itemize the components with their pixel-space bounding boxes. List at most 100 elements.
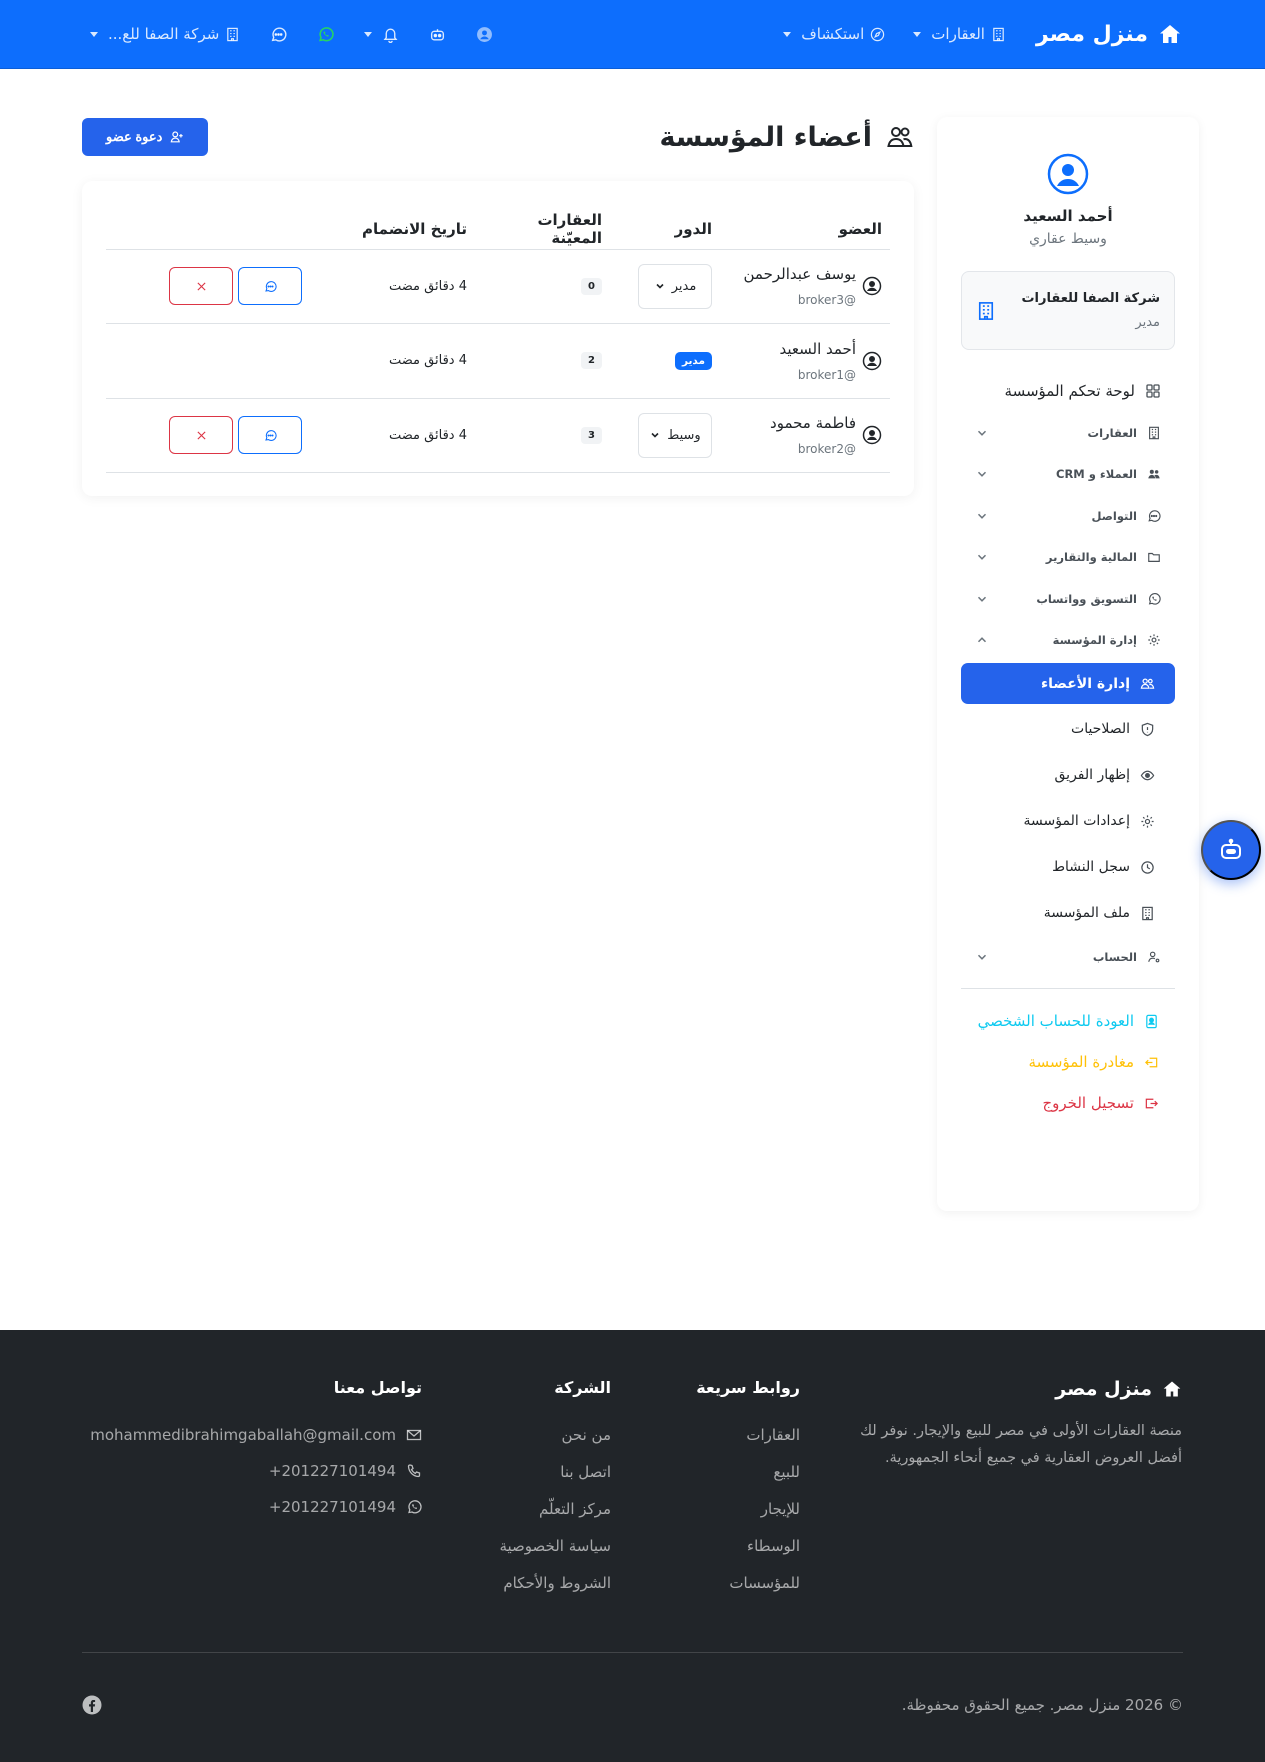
role-select[interactable]: وسيط xyxy=(638,412,712,458)
sidebar-item-members[interactable]: إدارة الأعضاء xyxy=(961,663,1175,704)
footer-whatsapp[interactable]: 201227101494+ xyxy=(90,1489,422,1525)
sidebar-item-dashboard[interactable]: لوحة تحكم المؤسسة xyxy=(961,370,1175,412)
facebook-link[interactable] xyxy=(82,1695,102,1715)
nav-links: العقارات استكشاف xyxy=(783,25,1006,43)
navbar-right: منزل مصر العقارات استكشاف xyxy=(783,22,1182,47)
box-arrow-left-icon xyxy=(1144,1048,1159,1070)
eye-icon xyxy=(1140,768,1155,783)
brand-logo-link[interactable]: منزل مصر xyxy=(1036,22,1182,47)
sidebar-item-activity-log[interactable]: سجل النشاط xyxy=(961,844,1175,890)
org-role: مدير xyxy=(1135,315,1160,330)
footer-link[interactable]: للبيع xyxy=(696,1454,800,1491)
sidebar-group-org-management[interactable]: إدارة المؤسسة xyxy=(961,620,1175,662)
footer-phone[interactable]: 201227101494+ xyxy=(90,1453,422,1489)
sidebar-group-finance[interactable]: المالية والتقارير xyxy=(961,537,1175,579)
footer: منزل مصر منصة العقارات الأولى في مصر للب… xyxy=(0,1330,1265,1762)
chevron-down-icon xyxy=(975,592,989,606)
footer-link[interactable]: العقارات xyxy=(696,1417,800,1454)
ai-assistant-button[interactable] xyxy=(429,26,446,43)
people-icon xyxy=(886,123,914,151)
chevron-down-icon xyxy=(654,280,666,292)
org-card[interactable]: شركة الصفا للعقارات مدير xyxy=(961,271,1175,350)
member-name: أحمد السعيد xyxy=(779,339,856,358)
nav-explore-dropdown[interactable]: استكشاف xyxy=(783,25,885,43)
col-actions xyxy=(106,209,310,250)
user-menu-button[interactable] xyxy=(476,26,493,43)
footer-link[interactable]: سياسة الخصوصية xyxy=(499,1528,611,1565)
chat-icon xyxy=(264,280,277,293)
footer-bottom: © 2026 منزل مصر. جميع الحقوق محفوظة. xyxy=(82,1695,1183,1715)
role-select-value: وسيط xyxy=(667,427,701,443)
remove-member-button[interactable] xyxy=(169,267,233,306)
person-badge-icon xyxy=(1144,1007,1159,1029)
properties-count-badge: 0 xyxy=(581,277,602,295)
whatsapp-button[interactable] xyxy=(317,26,334,43)
logout-link[interactable]: تسجيل الخروج xyxy=(961,1083,1175,1124)
sidebar-group-properties[interactable]: العقارات xyxy=(961,412,1175,454)
footer-link[interactable]: للمؤسسات xyxy=(696,1565,800,1602)
back-to-personal-link[interactable]: العودة للحساب الشخصي xyxy=(961,1001,1175,1042)
org-switcher-label: شركة الصفا للع... xyxy=(108,25,220,43)
footer-link[interactable]: للإيجار xyxy=(696,1491,800,1528)
person-circle-icon xyxy=(862,425,882,445)
brand-name: منزل مصر xyxy=(1035,21,1148,47)
messages-button[interactable] xyxy=(270,26,287,43)
footer-email[interactable]: mohammedibrahimgaballah@gmail.com xyxy=(90,1417,422,1453)
building-icon xyxy=(991,27,1006,42)
sidebar-group-label: العقارات xyxy=(1087,425,1137,440)
compass-icon xyxy=(870,27,885,42)
leave-org-link[interactable]: مغادرة المؤسسة xyxy=(961,1042,1175,1083)
joined-date: 4 دقائق مضت xyxy=(389,427,467,443)
people-icon xyxy=(1147,467,1161,481)
phone-icon xyxy=(406,1463,422,1479)
col-joined: تاريخ الانضمام xyxy=(310,209,475,250)
sidebar-group-label: إدارة المؤسسة xyxy=(1052,633,1137,648)
message-member-button[interactable] xyxy=(238,416,302,455)
page-title: أعضاء المؤسسة xyxy=(660,122,914,153)
sidebar-group-label: المالية والتقارير xyxy=(1045,550,1137,565)
person-circle-icon xyxy=(862,351,882,371)
footer-description: منصة العقارات الأولى في مصر للبيع والإيج… xyxy=(860,1423,1182,1466)
sidebar-item-org-settings[interactable]: إعدادات المؤسسة xyxy=(961,798,1175,844)
footer-link[interactable]: اتصل بنا xyxy=(499,1454,611,1491)
footer-link[interactable]: الشروط والأحكام xyxy=(499,1565,611,1602)
role-select[interactable]: مدير xyxy=(638,263,712,309)
sidebar-group-marketing[interactable]: التسويق وواتساب xyxy=(961,578,1175,620)
table-header-row: العضو الدور العقارات المعيّنة تاريخ الان… xyxy=(106,209,890,250)
notifications-dropdown[interactable] xyxy=(364,26,399,43)
caret-down-icon xyxy=(783,31,792,37)
nav-properties-dropdown[interactable]: العقارات xyxy=(913,25,1006,43)
col-member: العضو xyxy=(720,209,890,250)
building-icon xyxy=(1147,426,1161,440)
member-cell: فاطمة محمود broker2@ xyxy=(728,414,882,456)
copyright: © 2026 منزل مصر. جميع الحقوق محفوظة. xyxy=(901,1696,1183,1714)
invite-member-label: دعوة عضو xyxy=(106,129,163,144)
whatsapp-icon xyxy=(406,1499,422,1515)
remove-member-button[interactable] xyxy=(169,416,233,455)
page-title-text: أعضاء المؤسسة xyxy=(659,121,872,153)
org-switcher-dropdown[interactable]: شركة الصفا للع... xyxy=(90,25,240,43)
sidebar-group-account[interactable]: الحساب xyxy=(961,936,1175,978)
invite-member-button[interactable]: دعوة عضو xyxy=(82,118,209,156)
footer-link[interactable]: الوسطاء xyxy=(696,1528,800,1565)
sidebar-group-crm[interactable]: العملاء و CRM xyxy=(961,454,1175,496)
org-name: شركة الصفا للعقارات xyxy=(1021,291,1160,306)
sidebar-item-team-visibility[interactable]: إظهار الفريق xyxy=(961,752,1175,798)
chat-icon xyxy=(270,26,287,43)
navbar-left: شركة الصفا للع... xyxy=(90,25,493,43)
ai-chat-fab[interactable] xyxy=(1201,820,1261,880)
sidebar-item-org-profile[interactable]: ملف المؤسسة xyxy=(961,890,1175,936)
logout-icon xyxy=(1144,1089,1159,1111)
building-icon xyxy=(1140,906,1155,921)
person-plus-icon xyxy=(170,130,184,144)
close-icon xyxy=(195,280,208,293)
footer-link[interactable]: مركز التعلّم xyxy=(499,1491,611,1528)
robot-icon xyxy=(429,26,446,43)
member-handle: broker2@ xyxy=(797,442,856,457)
sidebar-item-permissions[interactable]: الصلاحيات xyxy=(961,706,1175,752)
row-actions xyxy=(114,267,302,306)
footer-link[interactable]: من نحن xyxy=(499,1417,612,1454)
sidebar-group-communication[interactable]: التواصل xyxy=(961,495,1175,537)
properties-count-badge: 3 xyxy=(581,426,602,444)
message-member-button[interactable] xyxy=(238,267,302,306)
